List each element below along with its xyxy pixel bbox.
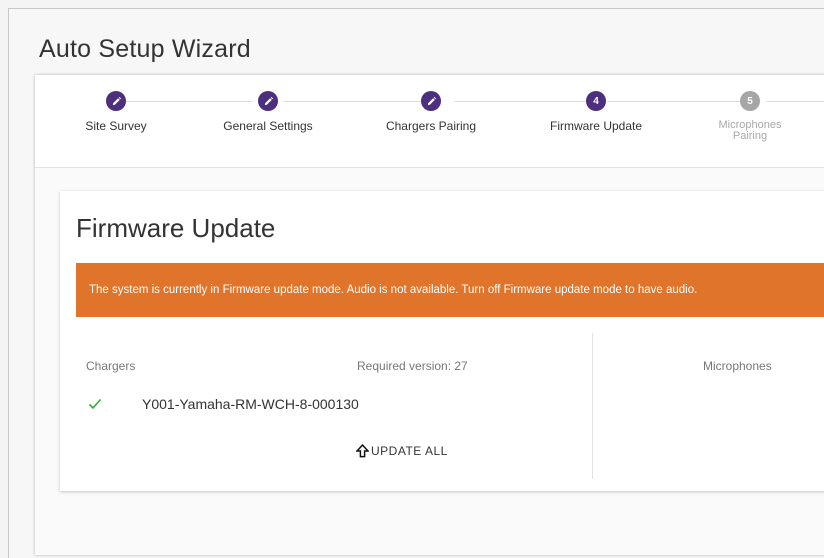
warning-banner: The system is currently in Firmware upda…	[76, 263, 824, 317]
pencil-icon	[421, 91, 441, 111]
step-site-survey[interactable]: Site Survey	[41, 91, 191, 132]
wizard-stepper: Site Survey General Settings Chargers Pa…	[35, 75, 824, 168]
update-all-label: UPDATE ALL	[371, 444, 448, 458]
pencil-icon	[258, 91, 278, 111]
required-version-label: Required version: 27	[357, 359, 468, 373]
step-label: Site Survey	[85, 119, 147, 133]
pencil-icon	[106, 91, 126, 111]
step-firmware-update[interactable]: 4 Firmware Update	[521, 91, 671, 132]
banner-text: The system is currently in Firmware upda…	[89, 284, 698, 296]
upload-arrow-icon	[356, 444, 369, 458]
step-number-badge: 5	[740, 91, 760, 111]
step-general-settings[interactable]: General Settings	[193, 91, 343, 132]
step-number-badge: 4	[586, 91, 606, 111]
charger-name: Y001-Yamaha-RM-WCH-8-000130	[142, 396, 359, 412]
app-window: Auto Setup Wizard Site Survey General Se…	[8, 8, 824, 558]
update-all-button[interactable]: UPDATE ALL	[356, 441, 448, 461]
step-label: Firmware Update	[549, 119, 643, 133]
section-title: Firmware Update	[76, 213, 276, 243]
wizard-panel: Site Survey General Settings Chargers Pa…	[35, 75, 824, 555]
step-label-text: Microphones Pairing	[718, 119, 782, 142]
step-label: Chargers Pairing	[385, 119, 477, 133]
microphones-heading: Microphones	[703, 359, 772, 373]
step-chargers-pairing[interactable]: Chargers Pairing	[356, 91, 506, 132]
column-divider	[592, 333, 593, 479]
step-microphones-pairing: 5 Microphones Pairing	[675, 91, 824, 142]
step-label: General Settings	[223, 119, 313, 133]
chargers-heading: Chargers	[86, 359, 136, 373]
firmware-update-card: Firmware Update The system is currently …	[60, 191, 824, 491]
page-title: Auto Setup Wizard	[39, 35, 251, 63]
check-icon	[88, 397, 102, 415]
step-label: Microphones Pairing	[710, 120, 790, 142]
